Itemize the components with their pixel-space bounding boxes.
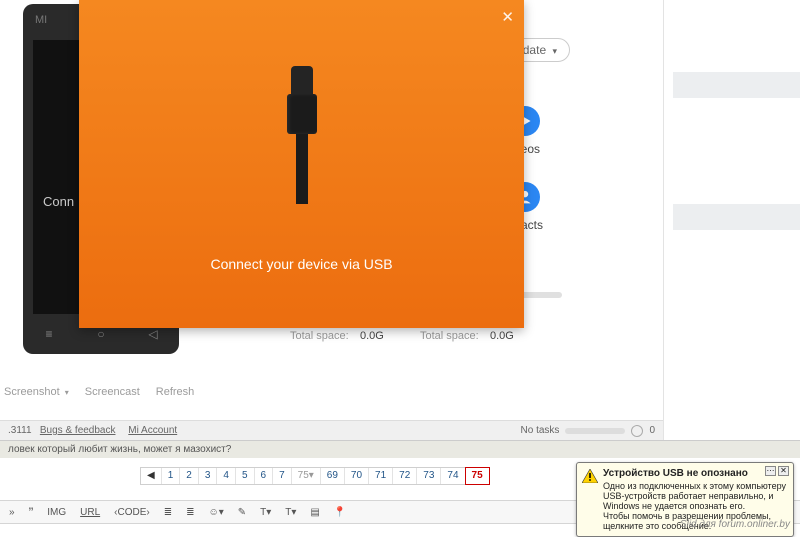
page-jump[interactable]: 75▾: [292, 468, 321, 484]
chevron-down-icon: ▾: [552, 46, 557, 56]
no-tasks-label: No tasks: [521, 425, 560, 436]
text-color-button[interactable]: T▾: [257, 507, 274, 518]
text-size-button[interactable]: T▾: [282, 507, 299, 518]
task-progress: [565, 428, 625, 434]
forum-quote-line: ловек который любит жизнь, может я мазох…: [0, 440, 800, 458]
block-icon[interactable]: ▤: [307, 507, 322, 518]
version-text: .3111: [8, 425, 32, 436]
sidebar-block: [673, 72, 800, 98]
url-button[interactable]: URL: [77, 507, 103, 518]
pagination: ◀ 1 2 3 4 5 6 7 75▾ 69 70 71 72 73 74 75: [140, 467, 490, 485]
balloon-title: Устройство USB не опознано: [603, 468, 787, 479]
list-ordered-icon[interactable]: ≣: [183, 507, 197, 518]
storage-b-label: Total space:: [420, 330, 479, 342]
page-link[interactable]: 74: [441, 468, 465, 484]
screencast-link[interactable]: Screencast: [85, 386, 140, 398]
home-icon: ○: [93, 326, 109, 342]
screenshot-link[interactable]: Screenshot ▾: [4, 386, 69, 398]
page-link[interactable]: 4: [217, 468, 236, 484]
page-link[interactable]: 7: [273, 468, 292, 484]
gear-icon[interactable]: [631, 425, 643, 437]
location-icon[interactable]: 📍: [331, 507, 349, 518]
emoji-button[interactable]: ☺▾: [205, 507, 226, 518]
modal-message: Connect your device via USB: [79, 256, 524, 272]
quote-icon[interactable]: [26, 504, 37, 520]
chevron-down-icon: ▾: [65, 388, 69, 397]
more-icon[interactable]: »: [6, 507, 18, 518]
task-count: 0: [649, 425, 655, 436]
browser-sidebar: [663, 0, 800, 440]
menu-icon: ≡: [41, 326, 57, 342]
bugs-link[interactable]: Bugs & feedback: [40, 425, 116, 436]
balloon-controls: ⋯ ✕: [765, 466, 789, 476]
close-icon[interactable]: ✕: [501, 8, 514, 26]
page-link[interactable]: 3: [199, 468, 218, 484]
list-icon[interactable]: ≣: [161, 507, 175, 518]
storage-a-value: 0.0G: [360, 330, 384, 342]
phone-screen-text: Conn: [43, 194, 74, 209]
page-prev[interactable]: ◀: [141, 468, 162, 484]
storage-b-value: 0.0G: [490, 330, 514, 342]
balloon-body: Одно из подключенных к этому компьютеру …: [603, 481, 787, 511]
device-tools: Screenshot ▾ Screencast Refresh: [0, 386, 194, 398]
watermark-text: Slid для forum.onliner.by: [680, 519, 790, 530]
page-link[interactable]: 1: [162, 468, 181, 484]
balloon-help-icon[interactable]: ⋯: [765, 466, 776, 476]
app-footer: .3111 Bugs & feedback Mi Account No task…: [0, 420, 663, 440]
draw-icon[interactable]: ✎: [235, 507, 249, 518]
img-button[interactable]: IMG: [44, 507, 69, 518]
refresh-link[interactable]: Refresh: [156, 386, 195, 398]
phone-nav: ≡ ○ ◁: [23, 326, 179, 342]
page-link[interactable]: 6: [255, 468, 274, 484]
page-current: 75: [465, 467, 490, 485]
balloon-close-icon[interactable]: ✕: [778, 466, 789, 476]
code-button[interactable]: ‹CODE›: [111, 507, 153, 518]
sidebar-block: [673, 204, 800, 230]
page-link[interactable]: 70: [345, 468, 369, 484]
phone-brand: MI: [35, 14, 47, 26]
page-link[interactable]: 73: [417, 468, 441, 484]
page-link[interactable]: 5: [236, 468, 255, 484]
page-link[interactable]: 69: [321, 468, 345, 484]
page-link[interactable]: 72: [393, 468, 417, 484]
warning-icon: [582, 469, 598, 483]
page-link[interactable]: 2: [180, 468, 199, 484]
back-icon: ◁: [145, 326, 161, 342]
storage-a-label: Total space:: [290, 330, 349, 342]
account-link[interactable]: Mi Account: [128, 425, 177, 436]
usb-plug-icon: [287, 66, 317, 206]
connect-modal: ✕ Connect your device via USB: [79, 0, 524, 328]
page-link[interactable]: 71: [369, 468, 393, 484]
